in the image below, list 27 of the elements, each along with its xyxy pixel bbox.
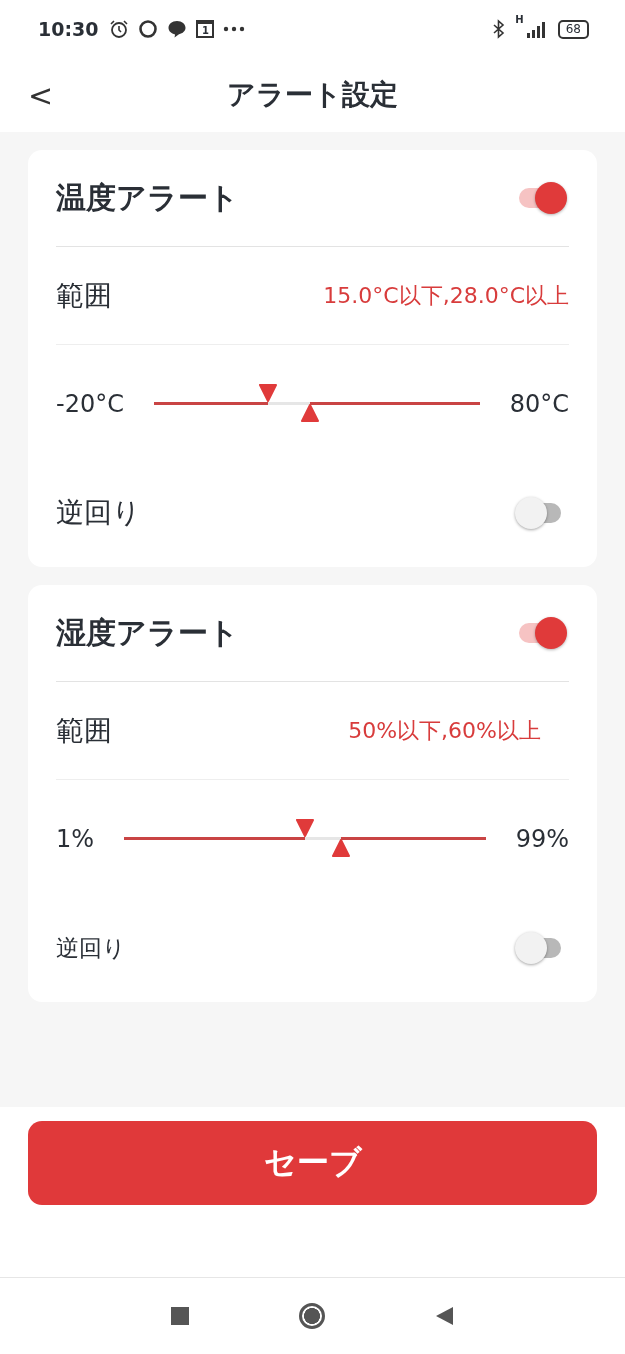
range-label: 範囲 <box>56 277 112 314</box>
card-title: 温度アラート <box>56 178 239 217</box>
min-label: -20°C <box>56 390 124 418</box>
reverse-label: 逆回り <box>56 495 141 531</box>
max-label: 99% <box>515 825 569 853</box>
alarm-clock-icon <box>109 19 130 39</box>
ring-icon <box>138 19 159 39</box>
network-type: H <box>515 14 524 25</box>
page-title: アラート設定 <box>227 77 398 113</box>
status-time: 10:30 <box>38 18 99 40</box>
bluetooth-icon <box>492 19 507 39</box>
back-button[interactable]: < <box>22 77 60 113</box>
more-icon <box>223 26 246 32</box>
battery-icon: 68 <box>557 19 589 39</box>
save-button[interactable]: セーブ <box>28 1121 597 1205</box>
home-icon[interactable] <box>298 1303 325 1329</box>
range-label: 範囲 <box>56 712 112 749</box>
calendar-icon: 1 <box>196 20 215 38</box>
min-label: 1% <box>56 825 95 853</box>
reverse-label: 逆回り <box>56 933 126 963</box>
back-icon[interactable] <box>434 1306 455 1326</box>
range-value: 15.0°C以下,28.0°C以上 <box>323 281 569 310</box>
card-title: 湿度アラート <box>56 613 239 652</box>
chat-bubble-icon <box>167 19 188 39</box>
max-label: 80°C <box>509 390 569 418</box>
range-value: 50%以下,60%以上 <box>348 716 541 745</box>
recents-icon[interactable] <box>170 1307 189 1325</box>
